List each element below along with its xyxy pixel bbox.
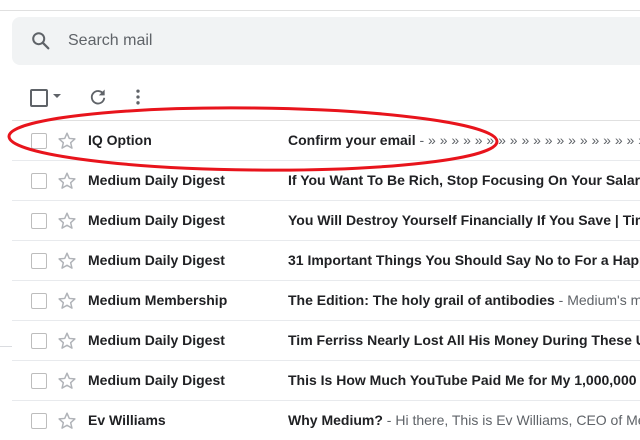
sender-name: Medium Daily Digest [88,212,225,228]
email-subject: If You Want To Be Rich, Stop Focusing On… [288,172,640,188]
search-input[interactable] [68,30,468,52]
email-subject: Tim Ferriss Nearly Lost All His Money Du… [288,332,640,348]
email-row[interactable]: Medium Membership The Edition: The holy … [12,280,640,320]
row-checkbox[interactable] [31,333,47,349]
email-content: Why Medium? - Hi there, This is Ev Willi… [288,412,640,428]
email-content: Tim Ferriss Nearly Lost All His Money Du… [288,332,640,348]
email-content: You Will Destroy Yourself Financially If… [288,212,640,228]
email-snippet: - » » » » » » » » » » » » » » » » » » » … [419,132,640,148]
email-subject: You Will Destroy Yourself Financially If… [288,212,640,228]
email-content: If You Want To Be Rich, Stop Focusing On… [288,172,640,188]
email-row[interactable]: Medium Daily Digest You Will Destroy You… [12,200,640,240]
email-subject: The Edition: The holy grail of antibodie… [288,292,555,308]
sender-name: IQ Option [88,132,152,148]
row-checkbox[interactable] [31,213,47,229]
sender-name: Medium Daily Digest [88,372,225,388]
search-icon[interactable] [30,30,52,52]
email-snippet: - Medium's me [558,292,640,308]
search-bar[interactable] [12,17,640,65]
top-divider [0,10,640,11]
star-icon[interactable] [56,330,78,352]
email-content: Confirm your email - » » » » » » » » » »… [288,132,640,148]
star-icon[interactable] [56,170,78,192]
star-icon[interactable] [56,250,78,272]
email-subject: This Is How Much YouTube Paid Me for My … [288,372,640,388]
row-checkbox[interactable] [31,253,47,269]
caret-down-icon[interactable] [53,94,61,98]
email-list: IQ Option Confirm your email - » » » » »… [12,120,640,440]
email-row[interactable]: Medium Daily Digest Tim Ferriss Nearly L… [12,320,640,360]
row-checkbox[interactable] [31,173,47,189]
sender-name: Medium Daily Digest [88,172,225,188]
email-row[interactable]: Medium Daily Digest 31 Important Things … [12,240,640,280]
email-row[interactable]: Ev Williams Why Medium? - Hi there, This… [12,400,640,440]
email-subject: Confirm your email [288,132,416,148]
select-all-checkbox[interactable] [30,89,48,107]
email-subject: Why Medium? [288,412,383,428]
sender-name: Medium Daily Digest [88,332,225,348]
more-vert-icon[interactable] [128,87,148,107]
star-icon[interactable] [56,370,78,392]
email-row[interactable]: Medium Daily Digest This Is How Much You… [12,360,640,400]
star-icon[interactable] [56,410,78,432]
sender-name: Medium Daily Digest [88,252,225,268]
row-checkbox[interactable] [31,293,47,309]
star-icon[interactable] [56,210,78,232]
sender-name: Ev Williams [88,412,166,428]
row-checkbox[interactable] [31,133,47,149]
email-subject: 31 Important Things You Should Say No to… [288,252,640,268]
toolbar [0,80,640,114]
email-row[interactable]: Medium Daily Digest If You Want To Be Ri… [12,160,640,200]
star-icon[interactable] [56,290,78,312]
email-snippet: - Hi there, This is Ev Williams, CEO of … [382,412,640,428]
left-divider [0,346,12,347]
star-icon[interactable] [56,130,78,152]
row-checkbox[interactable] [31,373,47,389]
email-content: The Edition: The holy grail of antibodie… [288,292,640,308]
email-content: This Is How Much YouTube Paid Me for My … [288,372,640,388]
sender-name: Medium Membership [88,292,228,308]
email-content: 31 Important Things You Should Say No to… [288,252,640,268]
email-row[interactable]: IQ Option Confirm your email - » » » » »… [12,120,640,160]
refresh-icon[interactable] [88,87,108,107]
